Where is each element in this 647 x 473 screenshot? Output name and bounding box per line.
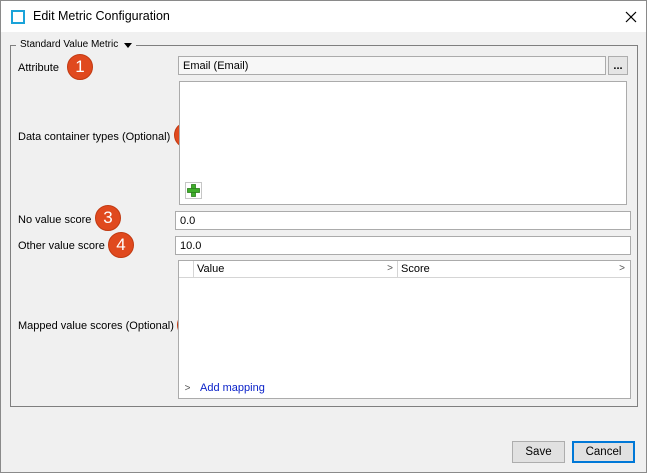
group-header[interactable]: Standard Value Metric: [16, 38, 137, 52]
title-bar: Edit Metric Configuration: [1, 1, 646, 32]
close-icon: [625, 11, 637, 22]
attribute-label: Attribute: [18, 62, 59, 74]
data-container-types-list[interactable]: [179, 81, 627, 205]
dialog-window: Edit Metric Configuration Standard Value…: [0, 0, 647, 473]
chevron-right-icon: >: [184, 382, 191, 394]
no-value-score-label: No value score: [18, 214, 92, 226]
column-label: Value: [197, 263, 225, 275]
dropdown-triangle-icon: [124, 42, 133, 48]
app-icon: [11, 10, 25, 24]
callout-badge-4: 4: [108, 232, 134, 258]
callout-badge-3: 3: [95, 205, 121, 231]
grid-footer: > Add mapping: [179, 380, 265, 396]
mapped-value-scores-label: Mapped value scores (Optional): [18, 320, 174, 332]
chevron-right-icon: >: [619, 263, 625, 274]
add-container-type-button[interactable]: [185, 182, 202, 199]
window-title: Edit Metric Configuration: [33, 9, 170, 23]
attribute-browse-button[interactable]: ...: [608, 56, 628, 75]
mapped-value-scores-grid[interactable]: Value > Score > > Add mapping: [178, 260, 631, 399]
no-value-score-input[interactable]: 0.0: [175, 211, 631, 230]
data-container-types-label: Data container types (Optional): [18, 131, 171, 143]
save-button[interactable]: Save: [512, 441, 565, 463]
group-title: Standard Value Metric: [20, 39, 119, 50]
other-value-score-label: Other value score: [18, 240, 105, 252]
column-label: Score: [401, 263, 430, 275]
column-header-value[interactable]: Value >: [194, 261, 398, 278]
grid-header: Value > Score >: [179, 261, 630, 278]
plus-icon: [187, 184, 200, 197]
attribute-field[interactable]: Email (Email): [178, 56, 606, 75]
close-button[interactable]: [616, 1, 646, 32]
cancel-button[interactable]: Cancel: [572, 441, 635, 463]
add-mapping-link[interactable]: Add mapping: [200, 382, 265, 394]
callout-badge-1: 1: [67, 54, 93, 80]
chevron-right-icon: >: [387, 263, 393, 274]
column-header-score[interactable]: Score >: [398, 261, 629, 278]
other-value-score-input[interactable]: 10.0: [175, 236, 631, 255]
row-header-cell: [179, 261, 194, 278]
